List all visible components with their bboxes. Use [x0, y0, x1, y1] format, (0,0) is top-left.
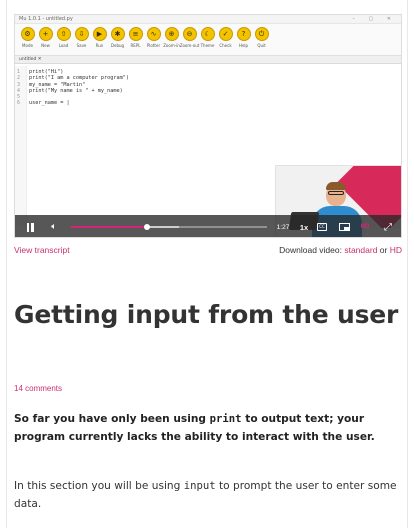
- check-icon: ✓: [218, 27, 233, 41]
- theme-icon: ☾: [200, 27, 215, 41]
- help-icon: ?: [236, 27, 251, 41]
- comments-link[interactable]: 14 comments: [14, 384, 62, 393]
- progress-bar[interactable]: [71, 224, 267, 230]
- toolbar-label: Mode: [22, 43, 33, 48]
- toolbar-label: Theme: [200, 43, 215, 48]
- run-icon: ▶: [92, 27, 107, 41]
- plotter-icon: ∿: [146, 27, 161, 41]
- toolbar-label: New: [41, 43, 50, 48]
- toolbar-quit-button[interactable]: ⏻ Quit: [253, 27, 270, 48]
- debug-icon: ✱: [110, 27, 125, 41]
- toolbar-new-button[interactable]: + New: [37, 27, 54, 48]
- body-paragraph: In this section you will be using input …: [14, 480, 397, 510]
- picture-in-picture-button[interactable]: [337, 215, 351, 237]
- progress-played: [71, 226, 148, 228]
- download-hd-link[interactable]: HD: [390, 245, 402, 255]
- line-numbers: 1 2 3 4 5 6: [17, 69, 21, 107]
- page-title: Getting input from the user: [14, 300, 399, 329]
- download-standard-link[interactable]: standard: [344, 245, 377, 255]
- toolbar-label: Check: [219, 43, 232, 48]
- toolbar-check-button[interactable]: ✓ Check: [217, 27, 234, 48]
- intro-paragraph: So far you have only been using print to…: [14, 413, 375, 443]
- hd-quality-button[interactable]: HD: [357, 215, 373, 237]
- toolbar-label: Run: [95, 43, 104, 48]
- load-icon: ⇧: [56, 27, 71, 41]
- ide-titlebar: Mu 1.0.1 - untitled.py – ▢ ✕: [15, 15, 401, 24]
- code-text: print("Hi") print("I am a computer progr…: [29, 69, 129, 107]
- view-transcript-link[interactable]: View transcript: [14, 243, 70, 257]
- playback-speed-button[interactable]: 1x: [297, 215, 311, 237]
- progress-handle[interactable]: [144, 224, 151, 230]
- download-label: Download video:: [279, 245, 345, 255]
- toolbar-label: Help: [238, 43, 249, 48]
- new-icon: +: [38, 27, 53, 41]
- fullscreen-icon: ⤢: [384, 221, 392, 233]
- toolbar-label: Quit: [257, 43, 266, 48]
- ide-toolbar: ⚙ Mode + New ⇧ Load ⇩ Save ▶ Run ✱ Debug ≡ REPL ∿ Plott…: [15, 24, 401, 56]
- toolbar-label: Zoom-out: [179, 43, 200, 48]
- captions-button[interactable]: CC: [315, 215, 329, 237]
- download-video: Download video: standard or HD: [279, 243, 402, 257]
- toolbar-label: Debug: [110, 43, 125, 48]
- mode-icon: ⚙: [20, 27, 35, 41]
- captions-icon: CC: [317, 223, 327, 231]
- download-or: or: [377, 245, 390, 255]
- toolbar-run-button[interactable]: ▶ Run: [91, 27, 108, 48]
- toolbar-label: Zoom-in: [163, 43, 180, 48]
- zoom-out-icon: ⊖: [182, 27, 197, 41]
- toolbar-save-button[interactable]: ⇩ Save: [73, 27, 90, 48]
- editor-tab: untitled ✕: [15, 56, 401, 64]
- save-icon: ⇩: [74, 27, 89, 41]
- pause-icon: [26, 222, 29, 232]
- toolbar-zoom-out-button[interactable]: ⊖ Zoom-out: [179, 27, 200, 48]
- fullscreen-button[interactable]: ⤢: [381, 215, 395, 237]
- picture-in-picture-icon: [338, 223, 350, 231]
- toolbar-load-button[interactable]: ⇧ Load: [55, 27, 72, 48]
- toolbar-label: Load: [58, 43, 69, 48]
- volume-button[interactable]: 🔈︎: [47, 215, 61, 237]
- toolbar-theme-button[interactable]: ☾ Theme: [199, 27, 216, 48]
- toolbar-label: Plotter: [146, 43, 161, 48]
- toolbar-mode-button[interactable]: ⚙ Mode: [19, 27, 36, 48]
- inline-code-input: input: [183, 480, 216, 492]
- video-player[interactable]: Mu 1.0.1 - untitled.py – ▢ ✕ ⚙ Mode + New ⇧ L…: [14, 14, 402, 238]
- zoom-in-icon: ⊕: [164, 27, 179, 41]
- time-display: 1:27: [276, 223, 290, 231]
- quit-icon: ⏻: [254, 27, 269, 41]
- inline-code-print: print: [209, 413, 242, 425]
- toolbar-debug-button[interactable]: ✱ Debug: [109, 27, 126, 48]
- toolbar-help-button[interactable]: ? Help: [235, 27, 252, 48]
- pause-button[interactable]: [23, 215, 37, 237]
- video-links: View transcript Download video: standard…: [14, 243, 402, 257]
- ide-title: Mu 1.0.1 - untitled.py: [19, 16, 73, 22]
- volume-icon: 🔈︎: [51, 222, 57, 232]
- repl-icon: ≡: [128, 27, 143, 41]
- toolbar-label: REPL: [130, 43, 141, 48]
- toolbar-zoom-in-button[interactable]: ⊕ Zoom-in: [163, 27, 180, 48]
- toolbar-repl-button[interactable]: ≡ REPL: [127, 27, 144, 48]
- video-controls: 🔈︎ 1:27 1x CC HD ⤢: [15, 215, 401, 237]
- toolbar-label: Save: [76, 43, 87, 48]
- toolbar-plotter-button[interactable]: ∿ Plotter: [145, 27, 162, 48]
- window-buttons: – ▢ ✕: [352, 16, 397, 22]
